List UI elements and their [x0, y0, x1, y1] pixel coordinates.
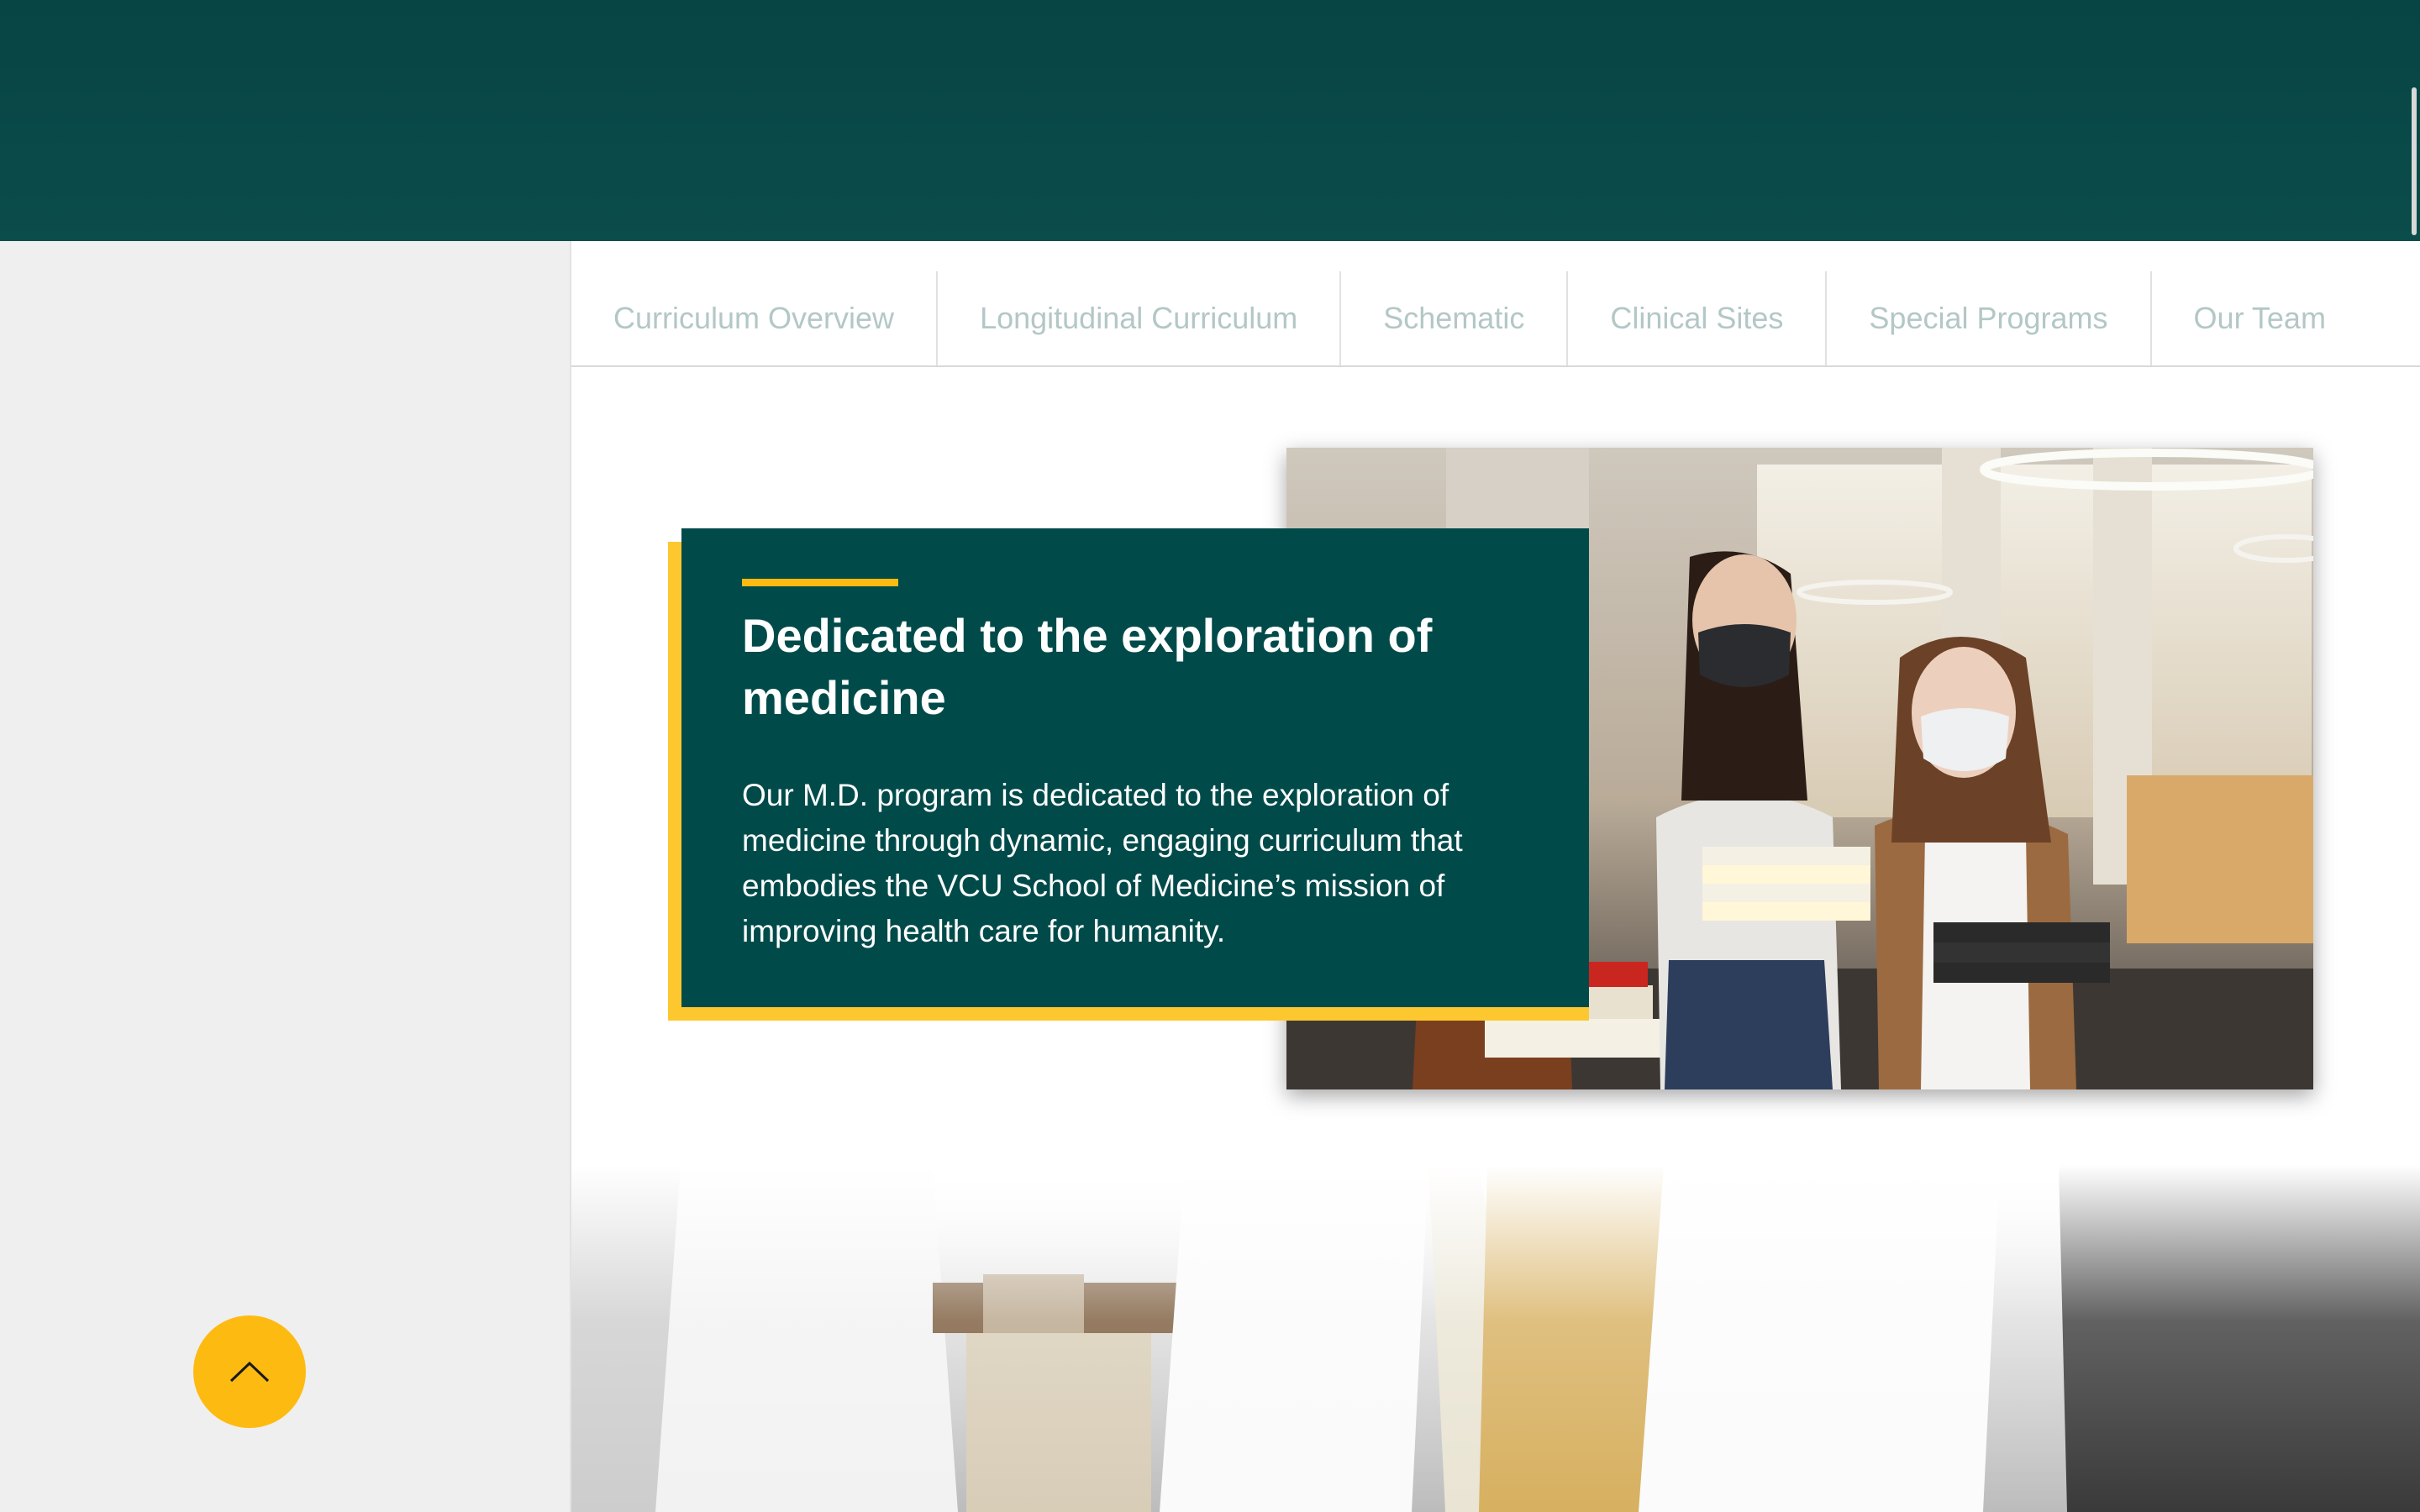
tab-clinical-sites[interactable]: Clinical Sites [1568, 271, 1828, 365]
top-banner [0, 0, 2420, 241]
chevron-up-icon [229, 1361, 270, 1383]
feature-body: Our M.D. program is dedicated to the exp… [742, 778, 1463, 948]
feature-heading: Dedicated to the exploration of medicine [742, 609, 1433, 724]
tab-our-team[interactable]: Our Team [2152, 271, 2368, 365]
section-tabs: Curriculum Overview Longitudinal Curricu… [571, 271, 2420, 367]
tab-schematic[interactable]: Schematic [1341, 271, 1569, 365]
feature-card: Dedicated to the exploration of medicine… [681, 528, 1589, 1007]
tab-longitudinal-curriculum[interactable]: Longitudinal Curriculum [938, 271, 1342, 365]
card-accent-rule [742, 579, 898, 586]
back-to-top-button[interactable] [193, 1315, 306, 1428]
tab-special-programs[interactable]: Special Programs [1827, 271, 2152, 365]
doctors-photo [571, 1165, 2420, 1512]
scrollbar-thumb[interactable] [2412, 87, 2417, 235]
main-content: Curriculum Overview Longitudinal Curricu… [570, 241, 2420, 1512]
tab-curriculum-overview[interactable]: Curriculum Overview [571, 271, 939, 365]
side-panel [0, 241, 570, 1512]
